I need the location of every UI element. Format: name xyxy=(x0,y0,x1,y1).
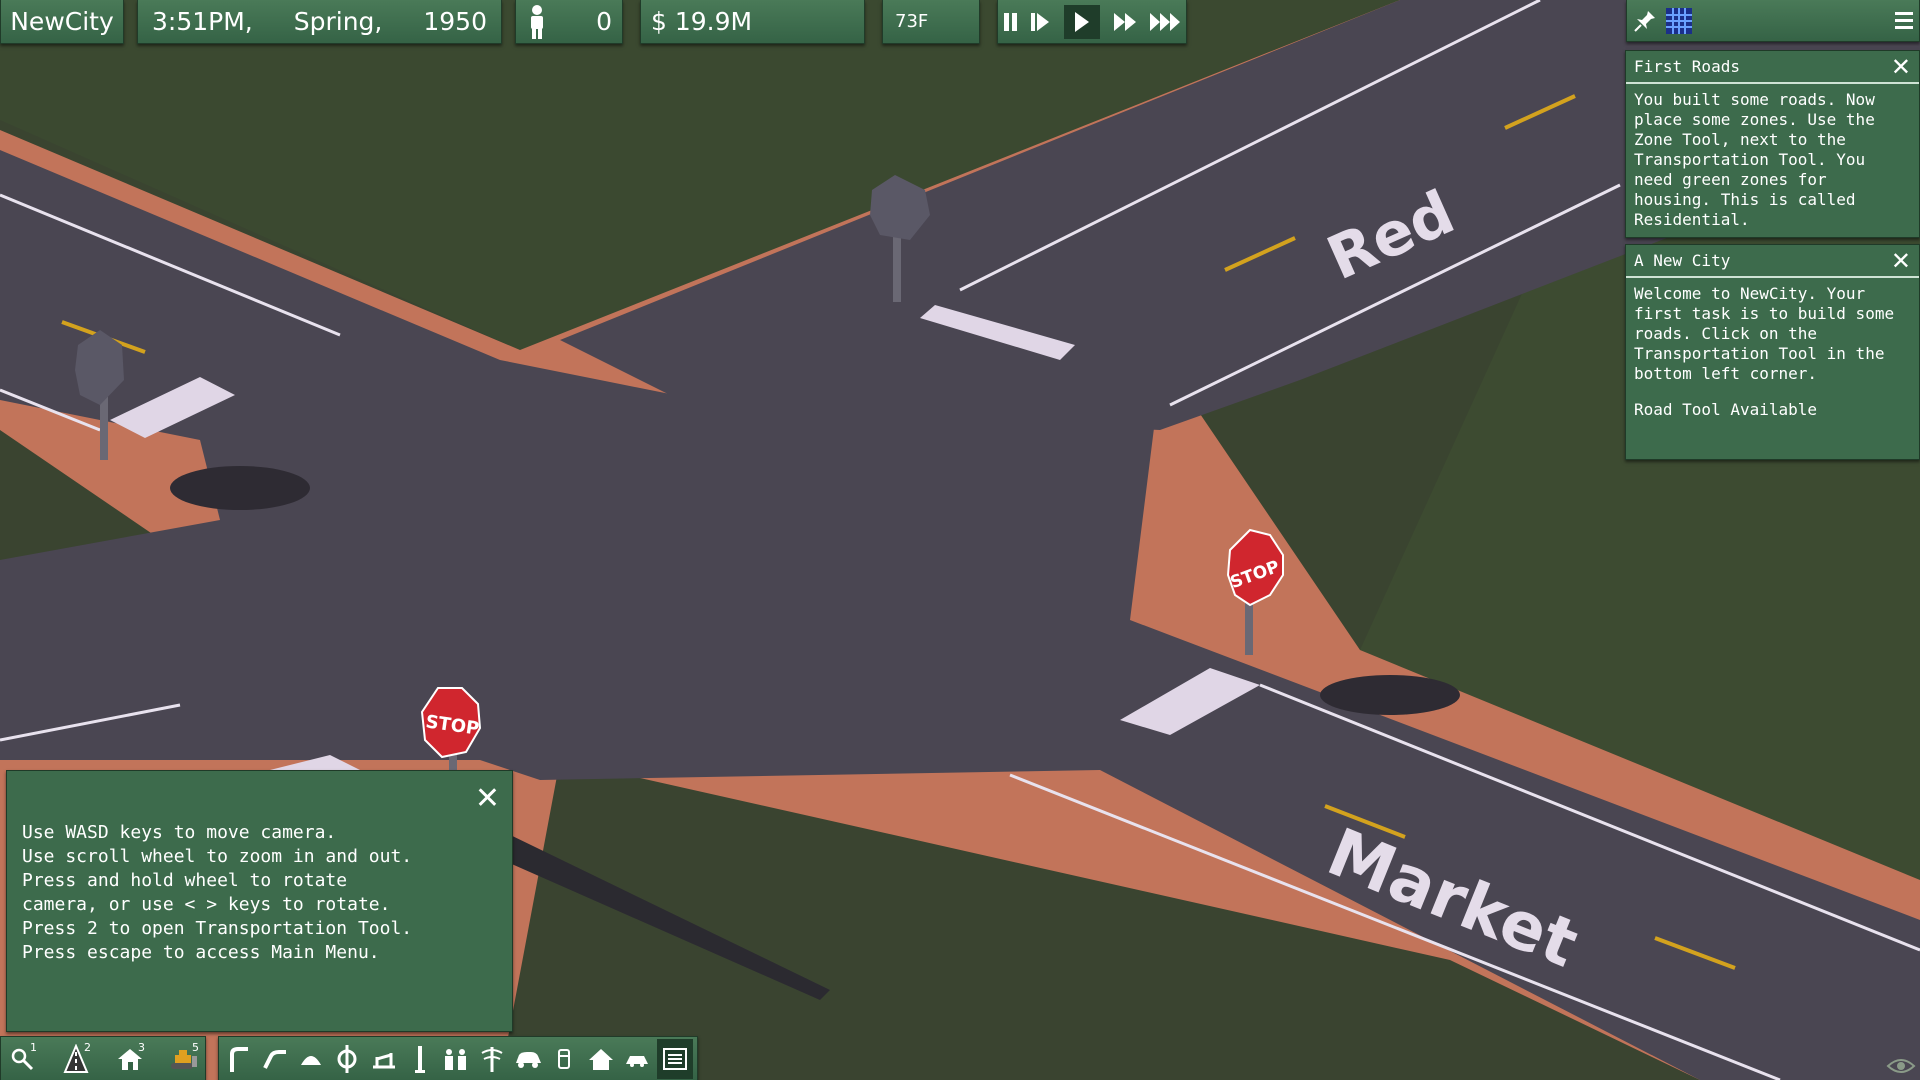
menu-icon[interactable] xyxy=(1895,12,1913,29)
bridge-icon[interactable] xyxy=(368,1039,400,1079)
transportation-tool[interactable]: 2 xyxy=(59,1039,93,1079)
city-name: NewCity xyxy=(10,7,114,36)
people-icon[interactable] xyxy=(440,1039,472,1079)
help-panel[interactable]: ✕ Use WASD keys to move camera. Use scro… xyxy=(6,770,513,1032)
right-panel-header xyxy=(1626,0,1920,42)
close-icon[interactable]: ✕ xyxy=(1891,53,1911,81)
grid-icon[interactable] xyxy=(1665,7,1693,35)
money-box[interactable]: $ 19.9M xyxy=(640,0,865,44)
road-icon[interactable] xyxy=(223,1039,255,1079)
city-name-box[interactable]: NewCity xyxy=(0,0,124,44)
zone-tool[interactable]: 3 xyxy=(113,1039,147,1079)
main-toolbar: 1 2 3 5 xyxy=(0,1036,206,1080)
date-box[interactable]: 3:51PM, Spring, 1950 xyxy=(137,0,502,44)
car-icon[interactable] xyxy=(512,1039,544,1079)
interchange-icon[interactable] xyxy=(331,1039,363,1079)
money-text: $ 19.9M xyxy=(651,7,753,36)
weather-box[interactable]: 73F xyxy=(882,0,980,44)
health-icon[interactable] xyxy=(476,1039,508,1079)
street-icon[interactable] xyxy=(259,1039,291,1079)
temperature-text: 73F xyxy=(895,11,929,32)
pause-icon[interactable] xyxy=(1004,12,1017,31)
play-icon[interactable] xyxy=(1063,4,1100,39)
message-new-city[interactable]: A New City ✕ Welcome to NewCity. Your fi… xyxy=(1625,244,1920,460)
fastest-icon[interactable] xyxy=(1150,12,1180,31)
tunnel-icon[interactable] xyxy=(295,1039,327,1079)
person-icon xyxy=(531,4,543,39)
messages-icon[interactable] xyxy=(656,1038,693,1079)
help-text: Use WASD keys to move camera. Use scroll… xyxy=(22,822,413,963)
message-first-roads[interactable]: First Roads ✕ You built some roads. Now … xyxy=(1625,50,1920,238)
pylon-icon[interactable] xyxy=(404,1039,436,1079)
close-icon[interactable]: ✕ xyxy=(1891,247,1911,275)
year-text: 1950 xyxy=(423,7,487,36)
time-text: 3:51PM, xyxy=(152,7,253,36)
pin-icon[interactable] xyxy=(1633,9,1657,33)
message-title: A New City xyxy=(1626,245,1919,278)
eye-icon[interactable] xyxy=(1886,1056,1916,1076)
speed-controls xyxy=(997,0,1187,44)
bulldozer-tool[interactable]: 5 xyxy=(167,1039,201,1079)
message-title: First Roads xyxy=(1626,51,1919,84)
message-body: You built some roads. Now place some zon… xyxy=(1634,90,1885,229)
fast-icon[interactable] xyxy=(1113,12,1136,31)
population-box[interactable]: 0 xyxy=(515,0,623,44)
home-icon[interactable] xyxy=(585,1039,617,1079)
close-icon[interactable]: ✕ xyxy=(475,781,500,816)
message-footer: Road Tool Available xyxy=(1634,400,1818,419)
message-body: Welcome to NewCity. Your first task is t… xyxy=(1634,284,1904,383)
season-text: Spring, xyxy=(293,7,383,36)
population-count: 0 xyxy=(596,7,612,36)
bus-icon[interactable] xyxy=(548,1039,580,1079)
step-icon[interactable] xyxy=(1031,12,1050,31)
query-tool[interactable]: 1 xyxy=(5,1039,39,1079)
vehicle-icon[interactable] xyxy=(621,1039,653,1079)
transport-toolbar xyxy=(218,1036,698,1080)
